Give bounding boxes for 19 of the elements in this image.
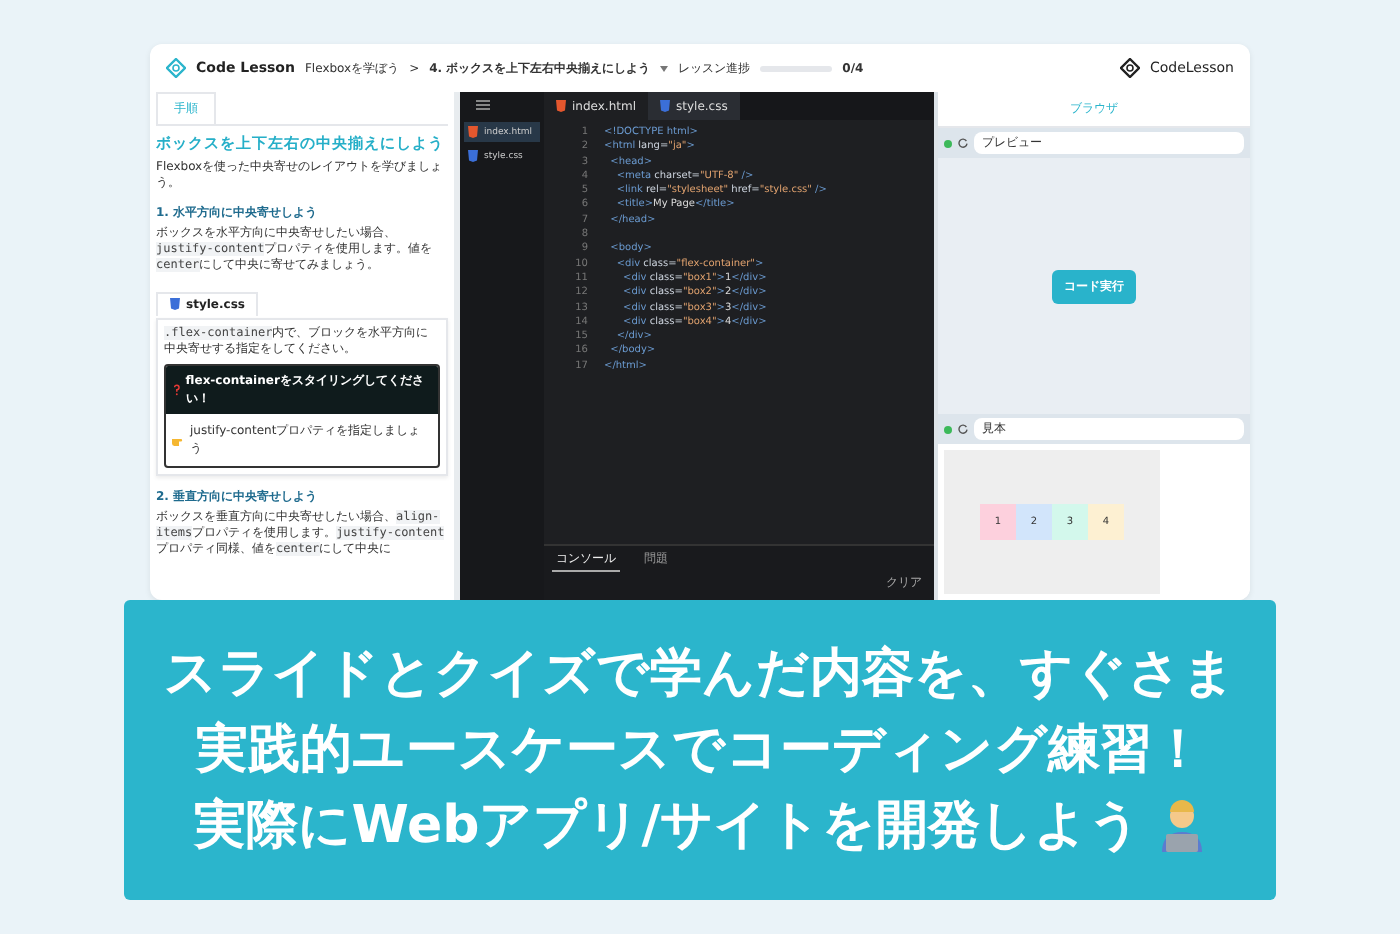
pointing-hand-icon <box>172 435 186 445</box>
reload-icon[interactable] <box>958 424 968 434</box>
html-file-icon <box>468 126 478 138</box>
reload-icon[interactable] <box>958 138 968 148</box>
logo-icon <box>166 58 186 78</box>
html-file-icon <box>556 100 566 112</box>
css-file-icon <box>468 150 478 162</box>
caret-icon[interactable] <box>660 65 669 71</box>
status-dot <box>944 425 952 433</box>
status-dot <box>944 139 952 147</box>
css-file-icon <box>660 100 670 112</box>
menu-icon[interactable] <box>476 100 490 110</box>
css-file-icon <box>170 298 180 310</box>
banner-text: スライドとクイズで学んだ内容を、すぐさま <box>164 642 1236 708</box>
banner-text: 実践的ユースケースでコーディング練習！ <box>196 718 1204 784</box>
person-laptop-icon <box>1158 800 1207 852</box>
banner-text: 実際にWebアプリ/サイトを開発しよう <box>193 794 1143 860</box>
logo-icon <box>1119 58 1140 78</box>
question-icon <box>174 384 180 396</box>
